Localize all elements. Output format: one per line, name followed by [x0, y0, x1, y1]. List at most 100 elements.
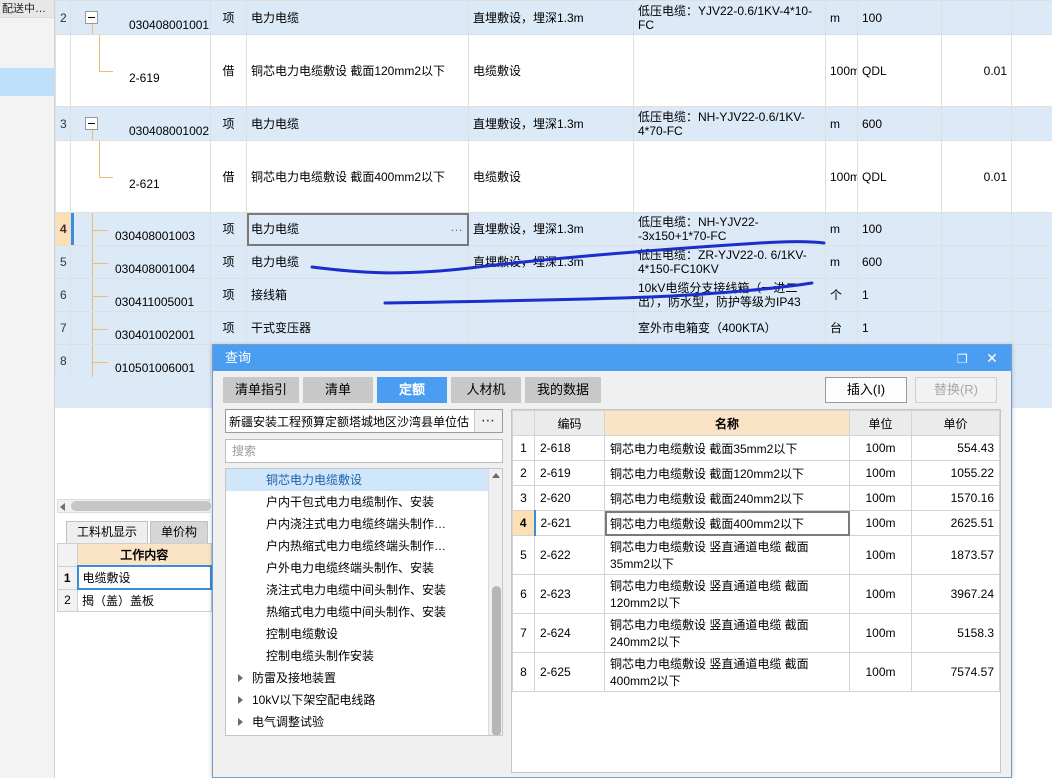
- search-input[interactable]: 搜索: [225, 439, 503, 463]
- collapse-icon[interactable]: [85, 117, 98, 130]
- tree-item-1[interactable]: 户内干包式电力电缆制作、安装: [226, 491, 502, 513]
- scroll-left-arrow-icon[interactable]: [60, 503, 65, 511]
- result-row-unit[interactable]: 100m: [849, 613, 912, 653]
- row-unit[interactable]: 个: [825, 278, 858, 312]
- row-feature[interactable]: 直埋敷设，埋深1.3m: [468, 106, 634, 141]
- result-row-code[interactable]: 2-624: [534, 613, 605, 653]
- tree-item-0[interactable]: 铜芯电力电缆敷设: [226, 469, 502, 491]
- row-code-cell[interactable]: 030408001002: [70, 106, 211, 141]
- row-name[interactable]: 电力电缆: [246, 106, 469, 141]
- result-row-index[interactable]: 7: [512, 613, 535, 653]
- more-options-icon[interactable]: …: [450, 220, 464, 233]
- result-row-index[interactable]: 1: [512, 435, 535, 461]
- table-row[interactable]: 8 2-625 铜芯电力电缆敷设 竖直通道电缆 截面400mm2以下 100m 7574…: [512, 652, 1000, 692]
- result-row-name[interactable]: 铜芯电力电缆敷设 截面400mm2以下: [604, 510, 850, 536]
- row-quantity[interactable]: QDL: [857, 140, 942, 213]
- row-name[interactable]: 铜芯电力电缆敷设 截面400mm2以下: [246, 140, 469, 213]
- row-unit[interactable]: 100m: [825, 34, 858, 107]
- result-row-unit[interactable]: 100m: [849, 510, 912, 536]
- row-feature[interactable]: 电缆敷设: [468, 34, 634, 107]
- row-feature[interactable]: 直埋敷设，埋深1.3m: [468, 0, 634, 35]
- table-row[interactable]: 4 2-621 铜芯电力电缆敷设 截面400mm2以下 100m 2625.51: [512, 510, 1000, 536]
- result-row-name[interactable]: 铜芯电力电缆敷设 截面35mm2以下: [604, 435, 850, 461]
- row-note[interactable]: [1011, 212, 1052, 246]
- tab-4[interactable]: 我的数据: [525, 377, 602, 403]
- result-row-unit[interactable]: 100m: [849, 460, 912, 486]
- result-row-unit[interactable]: 100m: [849, 435, 912, 461]
- row-price[interactable]: [941, 212, 1012, 246]
- row-description[interactable]: 低压电缆：NH-YJV22-0.6/1KV-4*70-FC: [633, 106, 826, 141]
- row-feature[interactable]: 直埋敷设，埋深1.3m: [468, 212, 634, 246]
- result-row-unit[interactable]: 100m: [849, 574, 912, 614]
- result-row-price[interactable]: 1570.16: [911, 485, 1000, 511]
- result-row-index[interactable]: 5: [512, 535, 535, 575]
- row-unit[interactable]: m: [825, 212, 858, 246]
- row-note[interactable]: [1011, 245, 1052, 279]
- tab-2[interactable]: 定额: [377, 377, 448, 403]
- result-row-index[interactable]: 8: [512, 652, 535, 692]
- list-item[interactable]: 1 电缆敷设: [57, 565, 212, 590]
- tab-1[interactable]: 清单: [303, 377, 374, 403]
- table-row[interactable]: 7 2-624 铜芯电力电缆敷设 竖直通道电缆 截面240mm2以下 100m 5158…: [512, 613, 1000, 653]
- result-row-name[interactable]: 铜芯电力电缆敷设 竖直通道电缆 截面35mm2以下: [604, 535, 850, 575]
- row-code-cell[interactable]: 030411005001: [70, 278, 211, 312]
- row-code-cell[interactable]: 030408001003: [70, 212, 211, 246]
- row-note[interactable]: [1011, 0, 1052, 35]
- result-row-code[interactable]: 2-620: [534, 485, 605, 511]
- result-row-name[interactable]: 铜芯电力电缆敷设 竖直通道电缆 截面240mm2以下: [604, 613, 850, 653]
- tree-scrollbar-thumb[interactable]: [492, 586, 501, 735]
- result-row-price[interactable]: 1055.22: [911, 460, 1000, 486]
- row-feature[interactable]: [468, 311, 634, 345]
- row-quantity[interactable]: 100: [857, 212, 942, 246]
- result-row-price[interactable]: 554.43: [911, 435, 1000, 461]
- result-row-name[interactable]: 铜芯电力电缆敷设 截面240mm2以下: [604, 485, 850, 511]
- table-row[interactable]: 4 030408001003 项… 电力电缆 直埋敷设，埋深1.3m 低压电缆：NH-YJ…: [55, 212, 1052, 246]
- row-code-cell[interactable]: 010501006001: [70, 344, 211, 378]
- work-row-value[interactable]: 揭（盖）盖板: [77, 588, 212, 612]
- column-header-3[interactable]: 单位: [849, 410, 912, 436]
- column-header-2[interactable]: 名称: [604, 410, 850, 436]
- row-type[interactable]: 借: [210, 140, 247, 213]
- row-unit[interactable]: 台: [825, 311, 858, 345]
- query-dialog[interactable]: 查询 ❐ ✕ 清单指引 清单 定额 人材机 我的数据 插入(I) 替换(R) 新疆安装工程…: [212, 344, 1012, 778]
- chevron-right-icon[interactable]: [238, 696, 243, 704]
- dialog-tab-strip[interactable]: 清单指引 清单 定额 人材机 我的数据: [223, 377, 605, 403]
- row-description[interactable]: 10kV电缆分支接线箱（一进二出），防水型，防护等级为IP43: [633, 278, 826, 312]
- tree-item-8[interactable]: 控制电缆头制作安装: [226, 645, 502, 667]
- row-feature[interactable]: [468, 278, 634, 312]
- row-code-cell[interactable]: 030408001001: [70, 0, 211, 35]
- dialog-action-buttons[interactable]: 插入(I) 替换(R): [817, 377, 997, 403]
- row-note[interactable]: [1011, 344, 1052, 378]
- row-note[interactable]: [1011, 311, 1052, 345]
- chevron-right-icon[interactable]: [238, 674, 243, 682]
- collapse-icon[interactable]: [85, 11, 98, 24]
- result-row-code[interactable]: 2-625: [534, 652, 605, 692]
- result-row-name[interactable]: 铜芯电力电缆敷设 截面120mm2以下: [604, 460, 850, 486]
- column-header-0[interactable]: [512, 410, 535, 436]
- row-type[interactable]: 项: [210, 212, 247, 246]
- row-code-cell[interactable]: 030408001004: [70, 245, 211, 279]
- row-type[interactable]: 项: [210, 311, 247, 345]
- tree-item-5[interactable]: 浇注式电力电缆中间头制作、安装: [226, 579, 502, 601]
- tree-item-3[interactable]: 户内热缩式电力电缆终端头制作…: [226, 535, 502, 557]
- result-row-unit[interactable]: 100m: [849, 535, 912, 575]
- row-price[interactable]: [941, 278, 1012, 312]
- result-row-unit[interactable]: 100m: [849, 485, 912, 511]
- row-name[interactable]: 铜芯电力电缆敷设 截面120mm2以下: [246, 34, 469, 107]
- row-description[interactable]: 低压电缆：ZR-YJV22-0. 6/1KV-4*150-FC10KV: [633, 245, 826, 279]
- scrollbar-thumb[interactable]: [71, 501, 211, 511]
- result-row-name[interactable]: 铜芯电力电缆敷设 竖直通道电缆 截面120mm2以下: [604, 574, 850, 614]
- tree-scrollbar[interactable]: [488, 469, 502, 735]
- close-icon[interactable]: ✕: [979, 345, 1005, 371]
- tree-item-12[interactable]: 配管配线: [226, 733, 502, 735]
- column-header-1[interactable]: 编码: [534, 410, 605, 436]
- row-name[interactable]: 电力电缆: [246, 0, 469, 35]
- result-row-index[interactable]: 6: [512, 574, 535, 614]
- tree-item-10[interactable]: 10kV以下架空配电线路: [226, 689, 502, 711]
- table-row[interactable]: 6 030411005001 项接线箱 10kV电缆分支接线箱（一进二出），防水型，防…: [55, 278, 1052, 312]
- row-code-cell[interactable]: 2-621: [70, 140, 211, 213]
- row-note[interactable]: [1011, 34, 1052, 107]
- tree-item-2[interactable]: 户内浇注式电力电缆终端头制作…: [226, 513, 502, 535]
- result-row-code[interactable]: 2-618: [534, 435, 605, 461]
- row-name[interactable]: 接线箱: [246, 278, 469, 312]
